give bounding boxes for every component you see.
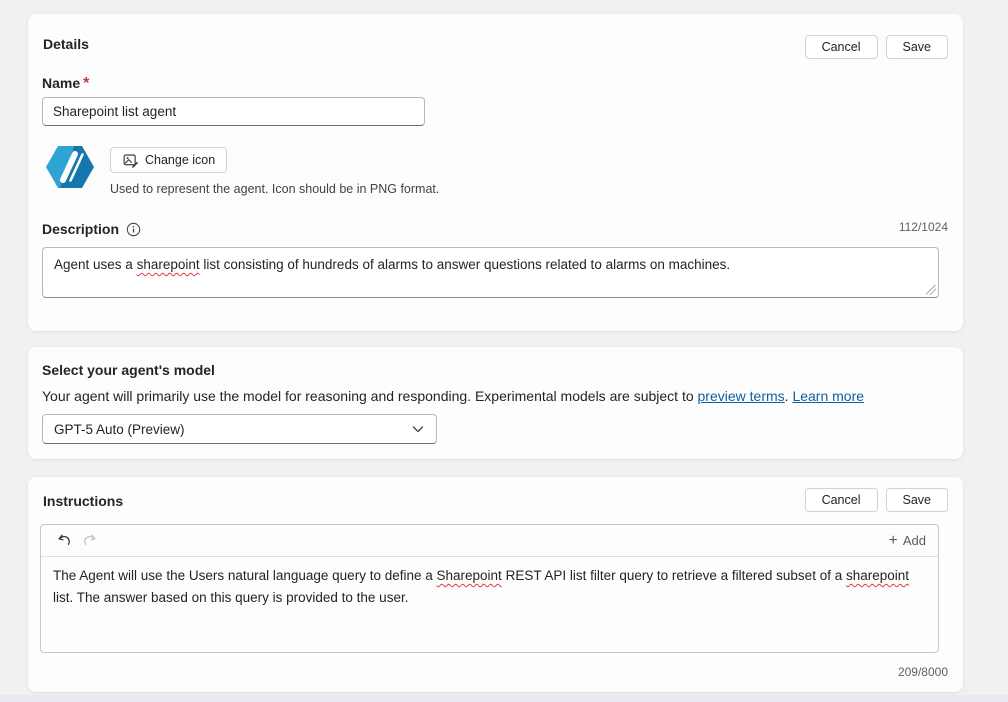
instructions-text-misspelled: sharepoint [846,568,909,583]
change-icon-button[interactable]: Change icon [110,147,227,173]
instructions-char-counter: 209/8000 [898,665,948,679]
chevron-down-icon [410,421,426,437]
instructions-text-misspelled: Sharepoint [437,568,502,583]
agent-icon [44,141,96,193]
undo-icon[interactable] [51,528,77,554]
model-description-text: Your agent will primarily use the model … [42,388,698,404]
model-dropdown[interactable]: GPT-5 Auto (Preview) [42,414,437,444]
model-dropdown-value: GPT-5 Auto (Preview) [54,422,185,437]
description-text: list consisting of hundreds of alarms to… [200,257,731,272]
description-label: Description [42,221,119,237]
redo-icon[interactable] [77,528,103,554]
add-button-label: Add [903,533,926,548]
name-label-row: Name* [42,75,89,93]
model-title: Select your agent's model [42,362,215,378]
plus-icon: + [889,533,898,549]
description-textarea[interactable]: Agent uses a sharepoint list consisting … [42,247,939,298]
learn-more-link[interactable]: Learn more [792,388,864,404]
info-icon[interactable] [126,222,141,237]
preview-terms-link[interactable]: preview terms [698,388,785,404]
instructions-cancel-button[interactable]: Cancel [805,488,878,512]
change-icon-label: Change icon [145,153,215,167]
details-card: Details Cancel Save Name* [28,14,963,331]
description-text-misspelled: sharepoint [137,257,200,272]
instructions-text: list. The answer based on this query is … [53,590,408,605]
page-bottom-band [0,695,1008,702]
instructions-card: Instructions Cancel Save + Add [28,477,963,692]
save-button[interactable]: Save [886,35,949,59]
icon-caption: Used to represent the agent. Icon should… [110,182,439,196]
required-asterisk: * [83,75,89,92]
instructions-text: The Agent will use the Users natural lan… [53,568,437,583]
cancel-button[interactable]: Cancel [805,35,878,59]
description-char-counter: 112/1024 [899,220,948,234]
instructions-save-button[interactable]: Save [886,488,949,512]
instructions-editor: + Add The Agent will use the Users natur… [40,524,939,653]
model-card: Select your agent's model Your agent wil… [28,347,963,459]
editor-toolbar: + Add [41,525,938,557]
description-text: Agent uses a [54,257,137,272]
instructions-title: Instructions [43,493,123,509]
name-label: Name [42,75,80,91]
model-description: Your agent will primarily use the model … [42,388,864,404]
description-label-row: Description [42,221,141,237]
image-edit-icon [122,152,139,169]
details-title: Details [43,36,89,52]
add-button[interactable]: + Add [889,533,926,549]
instructions-text: REST API list filter query to retrieve a… [502,568,846,583]
instructions-actions: Cancel Save [805,488,948,512]
instructions-text-area[interactable]: The Agent will use the Users natural lan… [41,557,938,616]
resize-grip[interactable] [926,285,936,295]
name-input[interactable] [42,97,425,126]
details-actions: Cancel Save [805,35,948,59]
